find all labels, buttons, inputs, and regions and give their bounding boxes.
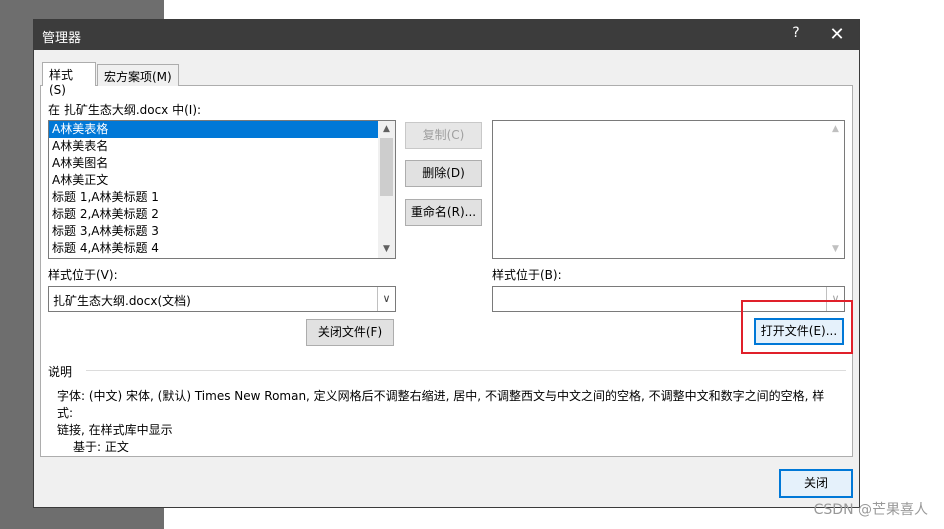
- list-item[interactable]: A林美表名: [49, 138, 395, 155]
- watermark: CSDN @芒果喜人: [813, 502, 928, 518]
- help-button[interactable]: ?: [786, 25, 806, 45]
- scroll-thumb[interactable]: [380, 138, 393, 196]
- scroll-down-icon[interactable]: ▼: [378, 241, 395, 258]
- left-list-header: 在 扎矿生态大纲.docx 中(I):: [48, 103, 202, 117]
- description-line-2: 链接, 在样式库中显示: [57, 423, 173, 437]
- title-bar: 管理器 ? ✕: [34, 20, 859, 50]
- close-icon[interactable]: ✕: [824, 23, 850, 47]
- style-description: 字体: (中文) 宋体, (默认) Times New Roman, 定义网格后…: [57, 388, 837, 456]
- description-separator: [86, 370, 846, 371]
- description-line-3: 基于: 正文: [73, 440, 129, 454]
- scroll-up-icon[interactable]: ▲: [378, 121, 395, 138]
- list-item[interactable]: A林美图名: [49, 155, 395, 172]
- list-item[interactable]: A林美正文: [49, 172, 395, 189]
- description-line-1: 字体: (中文) 宋体, (默认) Times New Roman, 定义网格后…: [57, 389, 825, 420]
- dialog-title: 管理器: [42, 31, 82, 46]
- right-list-scrollbar[interactable]: ▲ ▼: [827, 121, 844, 258]
- left-location-value: 扎矿生态大纲.docx(文档): [53, 294, 191, 308]
- right-style-list[interactable]: ▲ ▼: [492, 120, 845, 259]
- delete-button[interactable]: 删除(D): [405, 160, 482, 187]
- list-item[interactable]: 标题 2,A林美标题 2: [49, 206, 395, 223]
- tab-styles[interactable]: 样式(S): [42, 62, 96, 97]
- list-item[interactable]: 标题 4,A林美标题 4: [49, 240, 395, 257]
- right-location-label: 样式位于(B):: [492, 268, 562, 282]
- list-item[interactable]: 标题 1,A林美标题 1: [49, 189, 395, 206]
- close-file-button[interactable]: 关闭文件(F): [306, 319, 394, 346]
- list-item[interactable]: A林美表格: [49, 121, 378, 138]
- left-style-list[interactable]: A林美表格 A林美表名 A林美图名 A林美正文 标题 1,A林美标题 1 标题 2,A林美…: [48, 120, 396, 259]
- tab-macro-items[interactable]: 宏方案项(M): [97, 64, 179, 86]
- left-list-scrollbar[interactable]: ▲ ▼: [378, 121, 395, 258]
- chevron-down-icon[interactable]: ∨: [377, 287, 395, 311]
- scroll-up-icon[interactable]: ▲: [827, 121, 844, 138]
- copy-button[interactable]: 复制(C): [405, 122, 482, 149]
- rename-button[interactable]: 重命名(R)...: [405, 199, 482, 226]
- dialog-close-button[interactable]: 关闭: [779, 469, 853, 498]
- left-location-label: 样式位于(V):: [48, 268, 118, 282]
- list-item[interactable]: 标题 3,A林美标题 3: [49, 223, 395, 240]
- scroll-down-icon[interactable]: ▼: [827, 241, 844, 258]
- left-location-select[interactable]: 扎矿生态大纲.docx(文档) ∨: [48, 286, 396, 312]
- annotation-highlight-box: [741, 300, 853, 354]
- description-label: 说明: [48, 365, 73, 379]
